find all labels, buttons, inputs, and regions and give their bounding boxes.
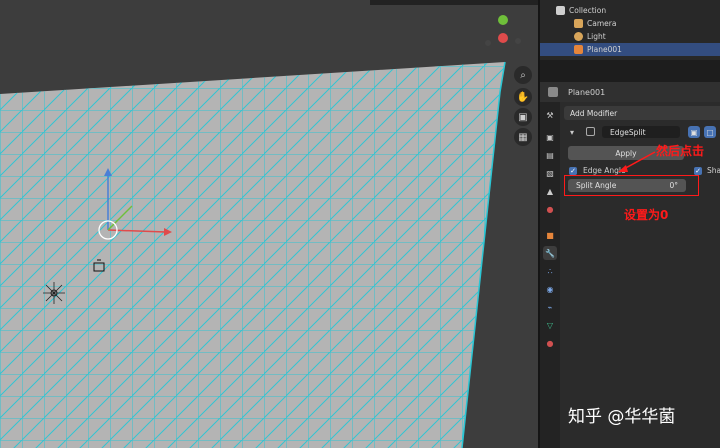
outliner-row-collection[interactable]: Collection — [540, 4, 720, 17]
zoom-icon[interactable]: ⌕ — [514, 66, 532, 84]
outliner-row-light[interactable]: Light — [540, 30, 720, 43]
edge-angle-checkbox[interactable]: ✓ — [569, 167, 577, 175]
world-tab-icon[interactable]: ● — [543, 202, 557, 216]
collection-icon — [556, 6, 565, 15]
outliner-row-plane[interactable]: Plane001 — [540, 43, 720, 56]
set-zero-annotation: 设置为0 — [624, 208, 669, 222]
object-name[interactable]: Plane001 — [568, 88, 605, 97]
3d-viewport[interactable]: ⌕ ✋ ▣ ▦ — [0, 0, 538, 448]
outliner-row-camera[interactable]: Camera — [540, 17, 720, 30]
material-tab-icon[interactable]: ● — [543, 336, 557, 350]
outliner-label: Camera — [587, 19, 617, 28]
modifier-name: EdgeSplit — [610, 127, 646, 137]
viewport-scene — [0, 15, 521, 448]
sharp-edges-label: Sha — [707, 166, 720, 175]
outliner-label: Plane001 — [587, 45, 622, 54]
editor-type-icon[interactable] — [548, 87, 558, 97]
render-tab-icon[interactable]: ▣ — [543, 130, 557, 144]
output-tab-icon[interactable]: ▤ — [543, 148, 557, 162]
properties-tabs: ⚒ ▣ ▤ ▧ ▲ ● ■ 🔧 ∴ ◉ ⌁ ▽ ● — [540, 102, 560, 448]
watermark: 知乎 @华华菌 — [568, 407, 676, 427]
outliner-label: Light — [587, 32, 606, 41]
light-icon — [574, 32, 583, 41]
outliner: Collection Camera Light Plane001 — [540, 0, 720, 60]
sharp-edges-checkbox[interactable]: ✓ — [694, 167, 702, 175]
object-tab-icon[interactable]: ■ — [543, 228, 557, 242]
grid-view-icon[interactable]: ▦ — [514, 128, 532, 146]
header-toolbar[interactable] — [370, 0, 538, 5]
camera-view-icon[interactable]: ▣ — [514, 108, 532, 126]
physics-tab-icon[interactable]: ◉ — [543, 282, 557, 296]
modifier-type-icon — [586, 127, 595, 136]
camera-icon — [574, 19, 583, 28]
tool-tab-icon[interactable]: ⚒ — [543, 108, 557, 122]
mesh-icon — [574, 45, 583, 54]
camera-toggle-icon[interactable]: ▣ — [688, 126, 700, 138]
modifier-name-field[interactable]: EdgeSplit — [602, 126, 680, 138]
properties-header: Plane001 — [540, 82, 720, 102]
view-layer-tab-icon[interactable]: ▧ — [543, 166, 557, 180]
scene-tab-icon[interactable]: ▲ — [543, 184, 557, 198]
particles-tab-icon[interactable]: ∴ — [543, 264, 557, 278]
viewport-toggle-icon[interactable]: □ — [704, 126, 716, 138]
data-tab-icon[interactable]: ▽ — [543, 318, 557, 332]
collapse-chevron-icon[interactable]: ▾ — [570, 128, 574, 137]
hand-icon[interactable]: ✋ — [514, 88, 532, 106]
modifier-tab-icon[interactable]: 🔧 — [543, 246, 557, 260]
constraints-tab-icon[interactable]: ⌁ — [543, 300, 557, 314]
add-modifier-button[interactable]: Add Modifier — [564, 106, 720, 120]
outliner-label: Collection — [569, 6, 607, 15]
click-annotation: 然后点击 — [656, 144, 705, 158]
